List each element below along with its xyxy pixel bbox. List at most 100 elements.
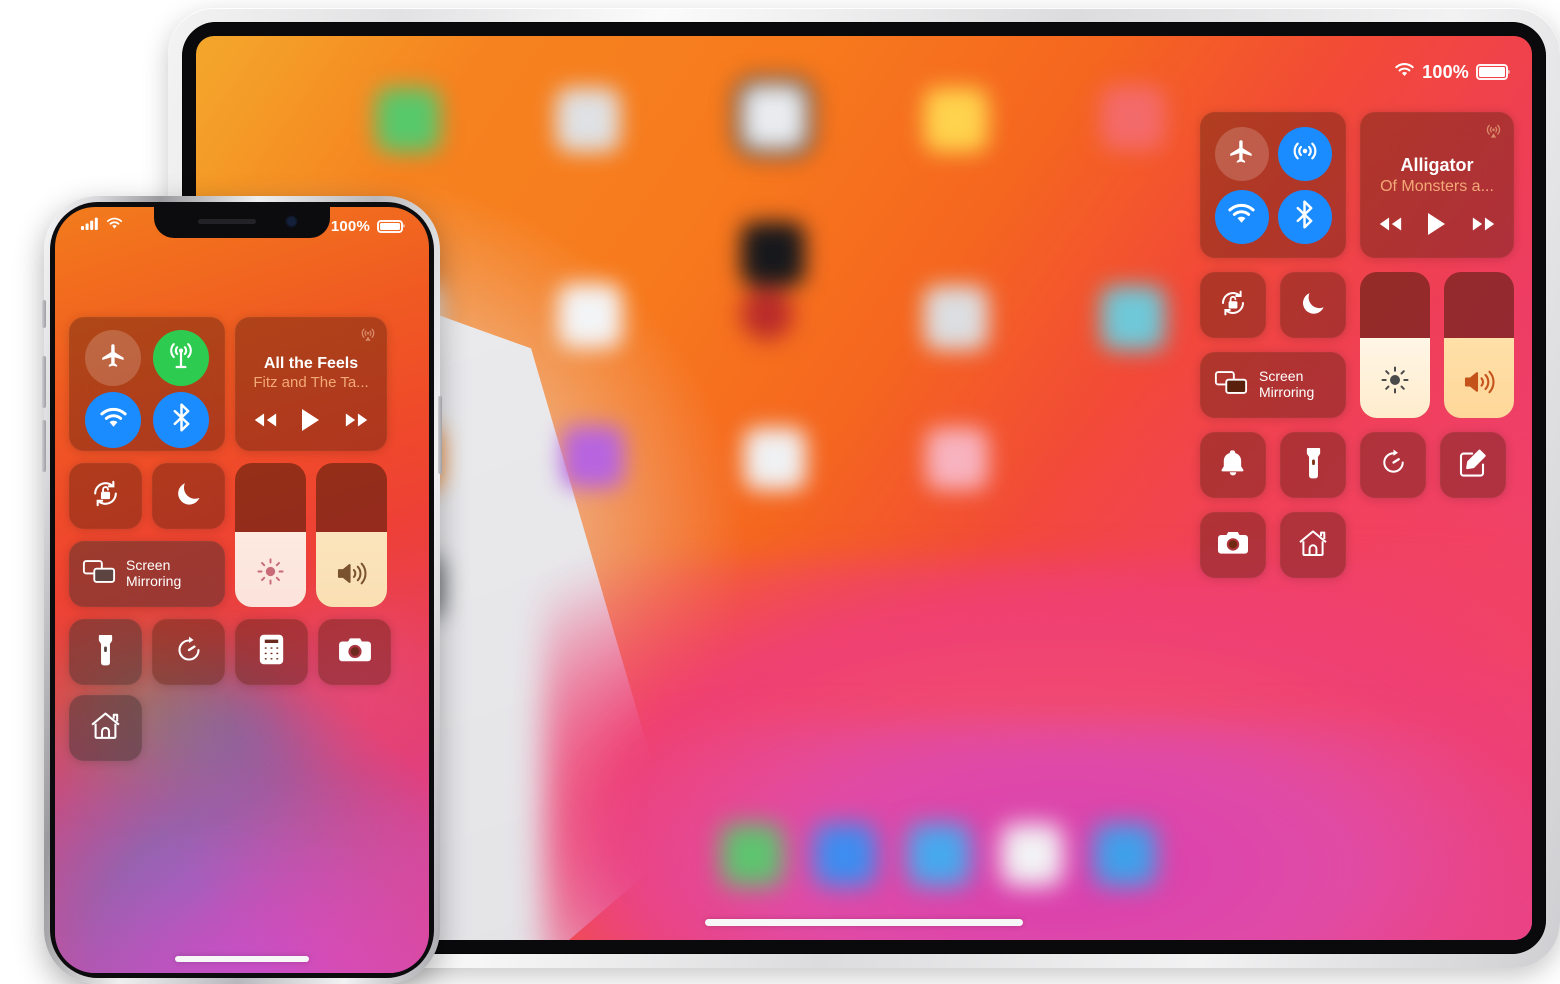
airplay-audio-icon[interactable]: [359, 325, 377, 348]
timer-icon: [173, 634, 205, 671]
flashlight-icon: [1305, 447, 1322, 484]
wifi-icon: [1227, 203, 1256, 230]
airplane-mode-toggle[interactable]: [85, 330, 141, 386]
iphone-control-center: All the Feels Fitz and The Ta... Screen …: [69, 317, 415, 761]
home-icon: [89, 710, 122, 746]
iphone-shortcut-flashlight[interactable]: [69, 619, 142, 685]
battery-full-icon: [377, 219, 403, 233]
iphone-volume-down-button[interactable]: [42, 420, 46, 472]
fast-forward-icon[interactable]: [1471, 215, 1497, 238]
ipad-home-indicator[interactable]: [705, 919, 1023, 926]
ipad-shortcut-notes[interactable]: [1440, 432, 1506, 498]
rotation-lock-icon: [1217, 287, 1249, 324]
calculator-icon: [259, 634, 284, 670]
volume-icon: [1444, 368, 1514, 396]
ipad-screen-mirroring-tile[interactable]: Screen Mirroring: [1200, 352, 1346, 418]
brightness-icon: [1360, 364, 1430, 396]
screen-mirroring-icon: [82, 558, 116, 590]
iphone-volume-slider[interactable]: [316, 463, 387, 607]
mirror-line2: Mirroring: [1259, 384, 1315, 400]
iphone-track-artist: Fitz and The Ta...: [253, 374, 369, 391]
camera-icon: [1217, 530, 1249, 561]
iphone-brightness-slider[interactable]: [235, 463, 306, 607]
notes-edit-icon: [1458, 448, 1488, 483]
cellular-bars-icon: [81, 217, 100, 235]
airplane-icon: [1228, 138, 1255, 170]
cellular-antenna-icon: [166, 341, 196, 376]
play-icon[interactable]: [301, 408, 321, 437]
wifi-icon: [1394, 62, 1415, 83]
ipad-do-not-disturb-toggle[interactable]: [1280, 272, 1346, 338]
iphone-screen-mirroring-tile[interactable]: Screen Mirroring: [69, 541, 225, 607]
bell-icon: [1219, 448, 1247, 483]
rewind-icon[interactable]: [252, 411, 278, 434]
ipad-shortcut-mute[interactable]: [1200, 432, 1266, 498]
ipad-battery-percent: 100%: [1422, 61, 1469, 82]
bluetooth-toggle[interactable]: [1277, 189, 1332, 244]
wifi-toggle[interactable]: [1214, 189, 1269, 244]
bluetooth-icon: [172, 403, 191, 437]
iphone-rotation-lock-toggle[interactable]: [69, 463, 142, 529]
iphone-device: 100% All the Feels Fitz and The Ta... Sc…: [42, 196, 442, 984]
ipad-now-playing-tile: Alligator Of Monsters a...: [1360, 112, 1514, 258]
fast-forward-icon[interactable]: [344, 411, 370, 434]
moon-icon: [1298, 288, 1328, 323]
volume-icon: [316, 560, 387, 587]
battery-full-icon: [1476, 64, 1508, 80]
airdrop-icon: [1290, 136, 1320, 171]
airplane-mode-toggle[interactable]: [1214, 126, 1269, 181]
iphone-track-title: All the Feels: [263, 355, 359, 372]
iphone-screen-mirroring-label: Screen Mirroring: [126, 557, 182, 589]
bluetooth-icon: [1295, 199, 1314, 234]
ipad-volume-slider[interactable]: [1444, 272, 1514, 418]
screen-mirroring-icon: [1214, 369, 1248, 401]
front-camera: [287, 217, 296, 226]
iphone-power-button[interactable]: [438, 396, 442, 474]
rotation-lock-icon: [89, 477, 122, 515]
moon-icon: [173, 478, 204, 514]
ipad-track-artist: Of Monsters a...: [1380, 178, 1494, 195]
wifi-icon: [99, 407, 128, 434]
ipad-screen-mirroring-label: Screen Mirroring: [1259, 368, 1315, 400]
airplane-icon: [100, 342, 127, 374]
iphone-do-not-disturb-toggle[interactable]: [152, 463, 225, 529]
brightness-icon: [235, 556, 306, 587]
cellular-data-toggle[interactable]: [153, 330, 209, 386]
timer-icon: [1378, 447, 1409, 483]
iphone-shortcut-home[interactable]: [69, 695, 142, 761]
iphone-shortcut-camera[interactable]: [318, 619, 391, 685]
iphone-mute-switch[interactable]: [42, 300, 46, 328]
iphone-connectivity-tile: [69, 317, 225, 451]
ipad-connectivity-tile: [1200, 112, 1346, 258]
iphone-notch: [154, 207, 330, 238]
iphone-volume-up-button[interactable]: [42, 356, 46, 408]
ipad-shortcut-home[interactable]: [1280, 512, 1346, 578]
ipad-status-bar: 100%: [1394, 60, 1508, 84]
ipad-control-center: Alligator Of Monsters a... Screen Mirror…: [1200, 112, 1514, 578]
flashlight-icon: [97, 634, 114, 671]
iphone-battery-percent: 100%: [330, 217, 370, 235]
screenshot-stage: 100% Alligator Of Monsters a... Screen M…: [0, 0, 1560, 984]
airdrop-toggle[interactable]: [1277, 126, 1332, 181]
iphone-home-indicator[interactable]: [175, 956, 309, 962]
ipad-shortcut-camera[interactable]: [1200, 512, 1266, 578]
ipad-brightness-slider[interactable]: [1360, 272, 1430, 418]
airplay-audio-icon[interactable]: [1484, 121, 1503, 145]
iphone-shortcut-calculator[interactable]: [235, 619, 308, 685]
rewind-icon[interactable]: [1377, 215, 1403, 238]
iphone-shortcut-timer[interactable]: [152, 619, 225, 685]
play-icon[interactable]: [1427, 212, 1447, 241]
wifi-icon: [106, 217, 123, 235]
mirror-line1: Screen: [126, 557, 171, 574]
earpiece-speaker: [198, 219, 256, 224]
ipad-shortcut-timer[interactable]: [1360, 432, 1426, 498]
ipad-shortcut-flashlight[interactable]: [1280, 432, 1346, 498]
iphone-screen: 100% All the Feels Fitz and The Ta... Sc…: [55, 207, 429, 973]
mirror-line2: Mirroring: [126, 573, 182, 589]
bluetooth-toggle[interactable]: [153, 392, 209, 448]
camera-icon: [338, 636, 372, 669]
ipad-rotation-lock-toggle[interactable]: [1200, 272, 1266, 338]
ipad-track-title: Alligator: [1400, 155, 1474, 175]
wifi-toggle[interactable]: [85, 392, 141, 448]
iphone-now-playing-tile: All the Feels Fitz and The Ta...: [235, 317, 387, 451]
